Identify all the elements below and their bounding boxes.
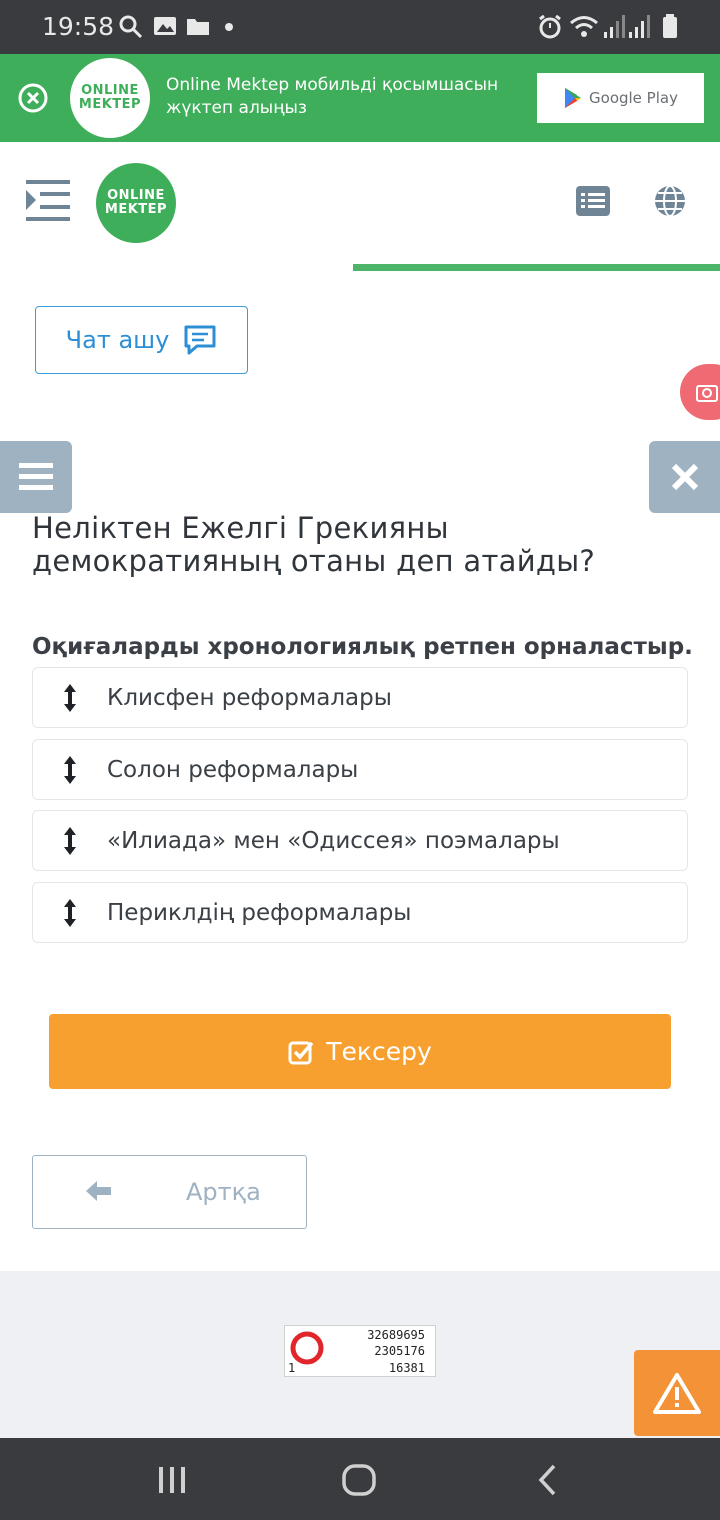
play-store-icon xyxy=(565,88,582,108)
counter-bottom: 16381 xyxy=(388,1361,425,1375)
counter-middle: 2305176 xyxy=(374,1344,425,1358)
side-menu-button[interactable] xyxy=(0,441,72,513)
app-download-banner: ONLINE MEKTEP Online Mektep мобильді қос… xyxy=(0,54,720,142)
battery-icon xyxy=(663,14,677,38)
list-icon[interactable] xyxy=(576,186,610,216)
order-item[interactable]: Периклдің реформалары xyxy=(32,882,688,943)
order-item-label: Клисфен реформалары xyxy=(107,684,392,711)
wifi-icon xyxy=(570,16,598,37)
status-bar: 19:58 xyxy=(0,0,720,54)
side-close-button[interactable] xyxy=(649,441,720,513)
status-time: 19:58 xyxy=(42,12,115,41)
alarm-icon xyxy=(539,14,561,39)
checkbox-icon xyxy=(288,1041,314,1064)
search-icon xyxy=(119,15,143,39)
signal-icon xyxy=(604,15,625,38)
drag-handle-icon[interactable] xyxy=(63,826,77,856)
drag-handle-icon[interactable] xyxy=(63,755,77,785)
recent-apps-icon[interactable] xyxy=(157,1465,187,1495)
order-item[interactable]: Солон реформалары xyxy=(32,739,688,800)
banner-logo: ONLINE MEKTEP xyxy=(70,58,150,138)
dot-icon xyxy=(225,23,233,31)
home-icon[interactable] xyxy=(342,1464,376,1496)
check-button-label: Тексеру xyxy=(326,1037,432,1066)
report-problem-button[interactable] xyxy=(634,1350,720,1436)
banner-logo-line1: ONLINE xyxy=(81,83,139,98)
order-item[interactable]: «Илиада» мен «Одиссея» поэмалары xyxy=(32,810,688,871)
question-title: Неліктен Ежелгі Грекияны демократияның о… xyxy=(32,511,596,578)
order-item-label: Периклдің реформалары xyxy=(107,899,412,926)
banner-text: Online Mektep мобильді қосымшасын жүктеп… xyxy=(166,75,499,118)
open-chat-button[interactable]: Чат ашу xyxy=(35,306,248,374)
order-item-label: Солон реформалары xyxy=(107,756,359,783)
open-chat-label: Чат ашу xyxy=(65,326,170,354)
warning-icon xyxy=(653,1373,701,1414)
visitor-counter[interactable]: 32689695 2305176 1 16381 xyxy=(284,1325,436,1377)
site-logo-line1: ONLINE xyxy=(107,188,165,203)
back-nav-icon[interactable] xyxy=(536,1464,558,1496)
order-item[interactable]: Клисфен реформалары xyxy=(32,667,688,728)
signal-icon-2 xyxy=(629,15,650,38)
drag-handle-icon[interactable] xyxy=(63,683,77,713)
order-item-label: «Илиада» мен «Одиссея» поэмалары xyxy=(107,827,560,854)
site-logo-line2: MEKTEP xyxy=(104,202,168,217)
back-button[interactable]: Артқа xyxy=(32,1155,307,1229)
arrow-left-icon xyxy=(86,1181,111,1201)
question-instruction: Оқиғаларды хронологиялық ретпен орналаст… xyxy=(32,634,693,660)
chat-icon xyxy=(184,325,216,355)
site-logo[interactable]: ONLINE MEKTEP xyxy=(96,163,176,243)
folder-icon xyxy=(187,19,209,35)
close-banner-icon[interactable] xyxy=(17,82,49,114)
close-icon xyxy=(671,463,698,491)
google-play-button[interactable]: Google Play xyxy=(537,73,704,123)
banner-logo-line2: MEKTEP xyxy=(78,97,142,112)
hamburger-icon xyxy=(19,463,53,490)
camera-record-button[interactable] xyxy=(680,364,720,420)
google-play-label: Google Play xyxy=(589,89,678,107)
progress-bar xyxy=(353,264,720,271)
check-button[interactable]: Тексеру xyxy=(49,1014,671,1089)
drag-handle-icon[interactable] xyxy=(63,898,77,928)
counter-top: 32689695 xyxy=(367,1328,425,1342)
system-nav-bar xyxy=(0,1438,720,1520)
back-button-label: Артқа xyxy=(186,1178,261,1206)
image-icon xyxy=(154,17,176,35)
indent-menu-icon[interactable] xyxy=(26,180,72,222)
globe-icon[interactable] xyxy=(653,184,687,218)
camera-icon xyxy=(696,385,718,402)
counter-left: 1 xyxy=(288,1361,296,1375)
